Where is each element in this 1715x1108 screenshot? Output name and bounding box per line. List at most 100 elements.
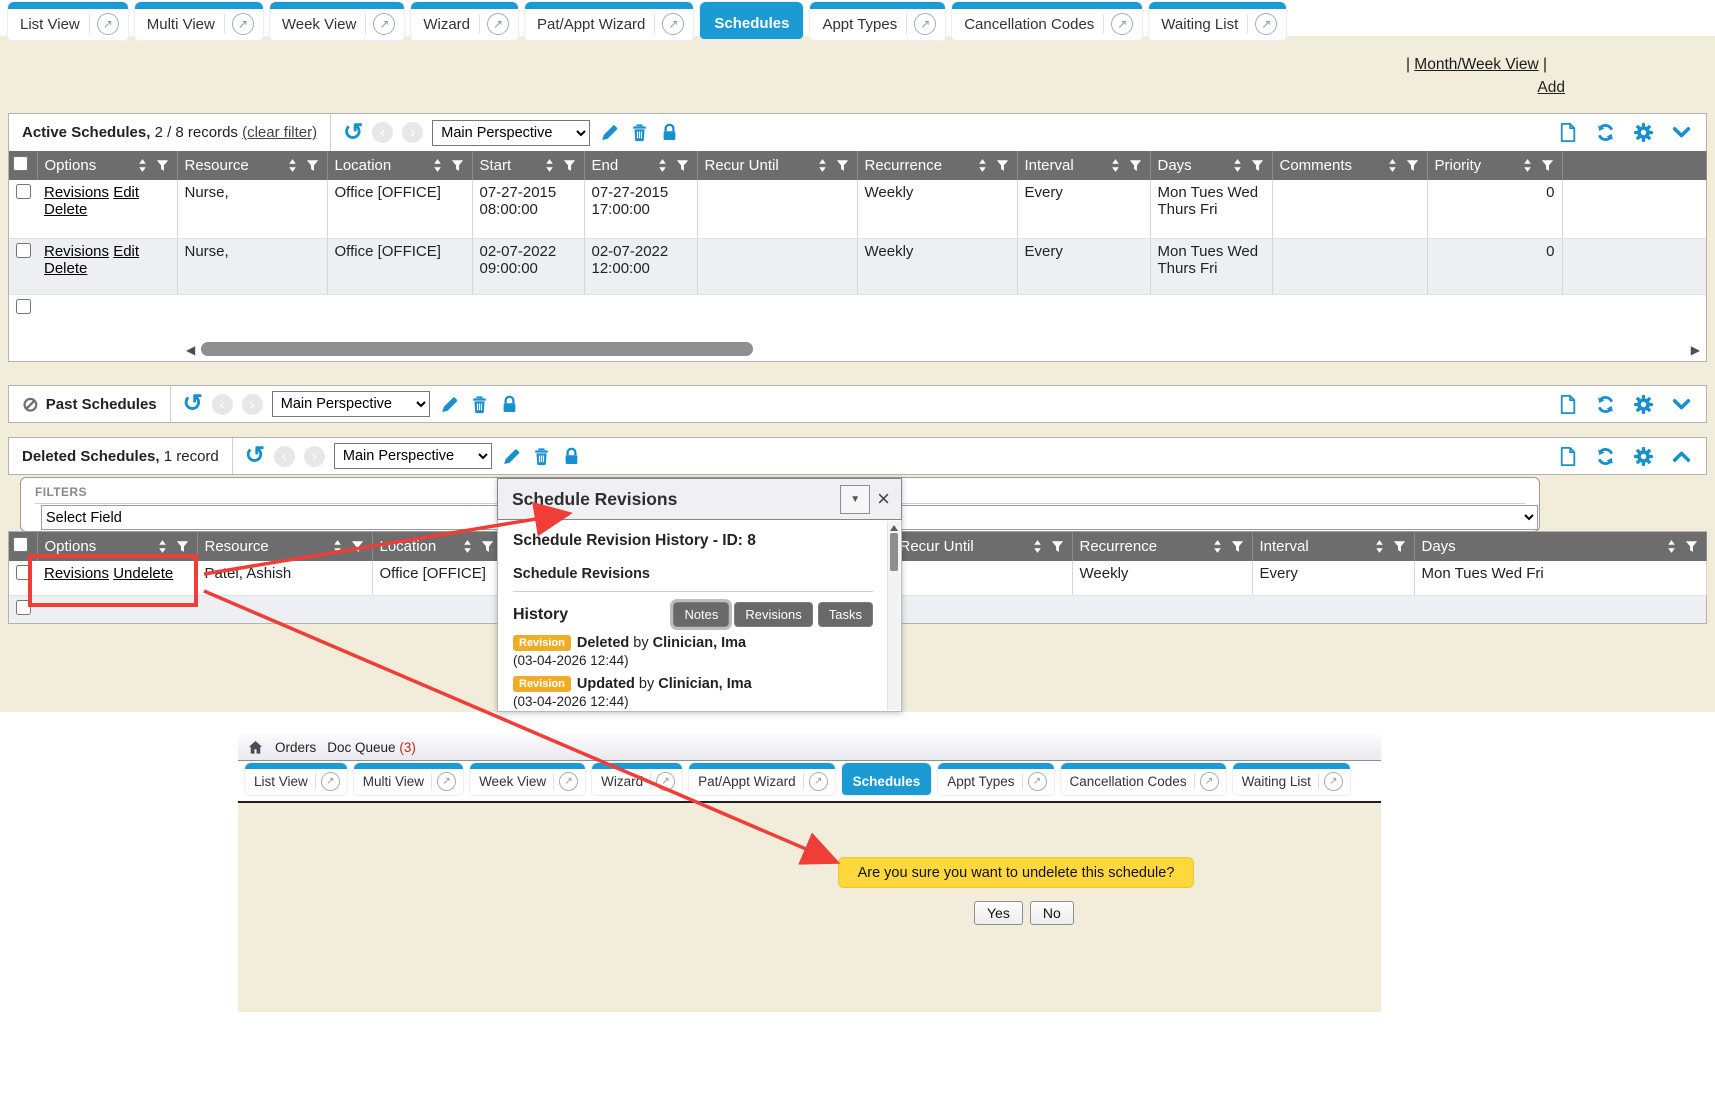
- filter-icon[interactable]: [305, 158, 320, 173]
- filter-icon[interactable]: [175, 539, 190, 554]
- home-icon[interactable]: [247, 739, 264, 756]
- perspective-select[interactable]: Main Perspective: [334, 443, 492, 469]
- delete-link[interactable]: Delete: [44, 201, 87, 218]
- delete-link[interactable]: Delete: [44, 260, 87, 277]
- month-week-view-link[interactable]: Month/Week View: [1414, 56, 1538, 73]
- external-link-icon[interactable]: ↗: [1200, 772, 1219, 791]
- next-icon[interactable]: ›: [304, 446, 325, 467]
- filter-icon[interactable]: [1230, 539, 1245, 554]
- external-link-icon[interactable]: ↗: [1028, 772, 1047, 791]
- collapse-chevron-icon[interactable]: [1671, 122, 1692, 143]
- scroll-up-icon[interactable]: [890, 525, 898, 531]
- tab-week-view[interactable]: Week View↗: [470, 763, 585, 795]
- sort-icon[interactable]: [1108, 158, 1123, 173]
- tab-cancellation-codes[interactable]: Cancellation Codes↗: [952, 2, 1142, 40]
- edit-pencil-icon[interactable]: [439, 394, 460, 415]
- sort-icon[interactable]: [1664, 539, 1679, 554]
- filter-icon[interactable]: [1050, 539, 1065, 554]
- tab-pat-appt-wizard[interactable]: Pat/Appt Wizard↗: [689, 763, 835, 795]
- external-link-icon[interactable]: ↗: [487, 13, 509, 35]
- notes-button[interactable]: Notes: [673, 602, 729, 627]
- sort-icon[interactable]: [815, 158, 830, 173]
- scroll-right-icon[interactable]: ▶: [1691, 343, 1700, 357]
- breadcrumb-orders[interactable]: Orders: [275, 740, 316, 755]
- filter-icon[interactable]: [675, 158, 690, 173]
- undo-icon[interactable]: ↺: [183, 392, 203, 416]
- sort-icon[interactable]: [430, 158, 445, 173]
- next-icon[interactable]: ›: [242, 394, 263, 415]
- tab-multi-view[interactable]: Multi View↗: [135, 2, 263, 40]
- refresh-icon[interactable]: [1595, 122, 1616, 143]
- refresh-icon[interactable]: [1595, 446, 1616, 467]
- sort-icon[interactable]: [655, 158, 670, 173]
- filter-icon[interactable]: [835, 158, 850, 173]
- horizontal-scrollbar[interactable]: ◀ ▶: [9, 341, 1706, 358]
- filter-icon[interactable]: [450, 158, 465, 173]
- filter-icon[interactable]: [1128, 158, 1143, 173]
- sort-icon[interactable]: [460, 539, 475, 554]
- sort-icon[interactable]: [1210, 539, 1225, 554]
- tab-appt-types[interactable]: Appt Types↗: [938, 763, 1053, 795]
- prev-icon[interactable]: ‹: [372, 122, 393, 143]
- expand-chevron-icon[interactable]: [1671, 394, 1692, 415]
- revisions-link[interactable]: Revisions: [44, 184, 109, 201]
- tab-wizard[interactable]: Wizard↗: [411, 2, 518, 40]
- tasks-button[interactable]: Tasks: [818, 602, 873, 627]
- tab-waiting-list[interactable]: Waiting List↗: [1149, 2, 1286, 40]
- external-link-icon[interactable]: ↗: [97, 13, 119, 35]
- undo-icon[interactable]: ↺: [343, 121, 363, 145]
- gear-icon[interactable]: [1633, 394, 1654, 415]
- sort-icon[interactable]: [1230, 158, 1245, 173]
- sort-icon[interactable]: [1372, 539, 1387, 554]
- sort-icon[interactable]: [1520, 158, 1535, 173]
- popup-menu-dropdown[interactable]: ▼: [840, 485, 870, 514]
- lock-icon[interactable]: [659, 122, 680, 143]
- tab-waiting-list[interactable]: Waiting List↗: [1233, 763, 1350, 795]
- edit-pencil-icon[interactable]: [599, 122, 620, 143]
- filter-icon[interactable]: [480, 539, 495, 554]
- filter-icon[interactable]: [350, 539, 365, 554]
- new-document-icon[interactable]: [1557, 446, 1578, 467]
- tab-cancellation-codes[interactable]: Cancellation Codes↗: [1061, 763, 1226, 795]
- no-button[interactable]: No: [1030, 901, 1074, 925]
- row-checkbox[interactable]: [16, 299, 31, 314]
- trash-icon[interactable]: [531, 446, 552, 467]
- trash-icon[interactable]: [469, 394, 490, 415]
- close-icon[interactable]: ×: [877, 488, 890, 510]
- next-icon[interactable]: ›: [402, 122, 423, 143]
- lock-icon[interactable]: [561, 446, 582, 467]
- filter-icon[interactable]: [1405, 158, 1420, 173]
- tab-list-view[interactable]: List View↗: [245, 763, 347, 795]
- clear-filter-link[interactable]: (clear filter): [242, 124, 317, 141]
- edit-link[interactable]: Edit: [113, 243, 139, 260]
- external-link-icon[interactable]: ↗: [1111, 13, 1133, 35]
- breadcrumb-doc-queue[interactable]: Doc Queue (3): [327, 740, 416, 755]
- filter-icon[interactable]: [1540, 158, 1555, 173]
- filter-icon[interactable]: [562, 158, 577, 173]
- revisions-link[interactable]: Revisions: [44, 243, 109, 260]
- external-link-icon[interactable]: ↗: [656, 772, 675, 791]
- perspective-select[interactable]: Main Perspective: [432, 120, 590, 146]
- external-link-icon[interactable]: ↗: [809, 772, 828, 791]
- revisions-button[interactable]: Revisions: [734, 602, 812, 627]
- tab-schedules-active[interactable]: Schedules: [842, 763, 932, 795]
- new-document-icon[interactable]: [1557, 394, 1578, 415]
- prev-icon[interactable]: ‹: [212, 394, 233, 415]
- edit-link[interactable]: Edit: [113, 184, 139, 201]
- external-link-icon[interactable]: ↗: [321, 772, 340, 791]
- sort-icon[interactable]: [1030, 539, 1045, 554]
- edit-pencil-icon[interactable]: [501, 446, 522, 467]
- sort-icon[interactable]: [975, 158, 990, 173]
- tab-schedules-active[interactable]: Schedules: [700, 2, 803, 39]
- undo-icon[interactable]: ↺: [245, 444, 265, 468]
- tab-week-view[interactable]: Week View↗: [270, 2, 404, 40]
- filter-icon[interactable]: [1392, 539, 1407, 554]
- select-all-checkbox[interactable]: [13, 537, 28, 552]
- gear-icon[interactable]: [1633, 122, 1654, 143]
- external-link-icon[interactable]: ↗: [232, 13, 254, 35]
- filter-icon[interactable]: [1684, 539, 1699, 554]
- tab-multi-view[interactable]: Multi View↗: [354, 763, 463, 795]
- row-checkbox[interactable]: [16, 243, 31, 258]
- add-link[interactable]: Add: [1537, 79, 1565, 96]
- scroll-left-icon[interactable]: ◀: [186, 343, 195, 357]
